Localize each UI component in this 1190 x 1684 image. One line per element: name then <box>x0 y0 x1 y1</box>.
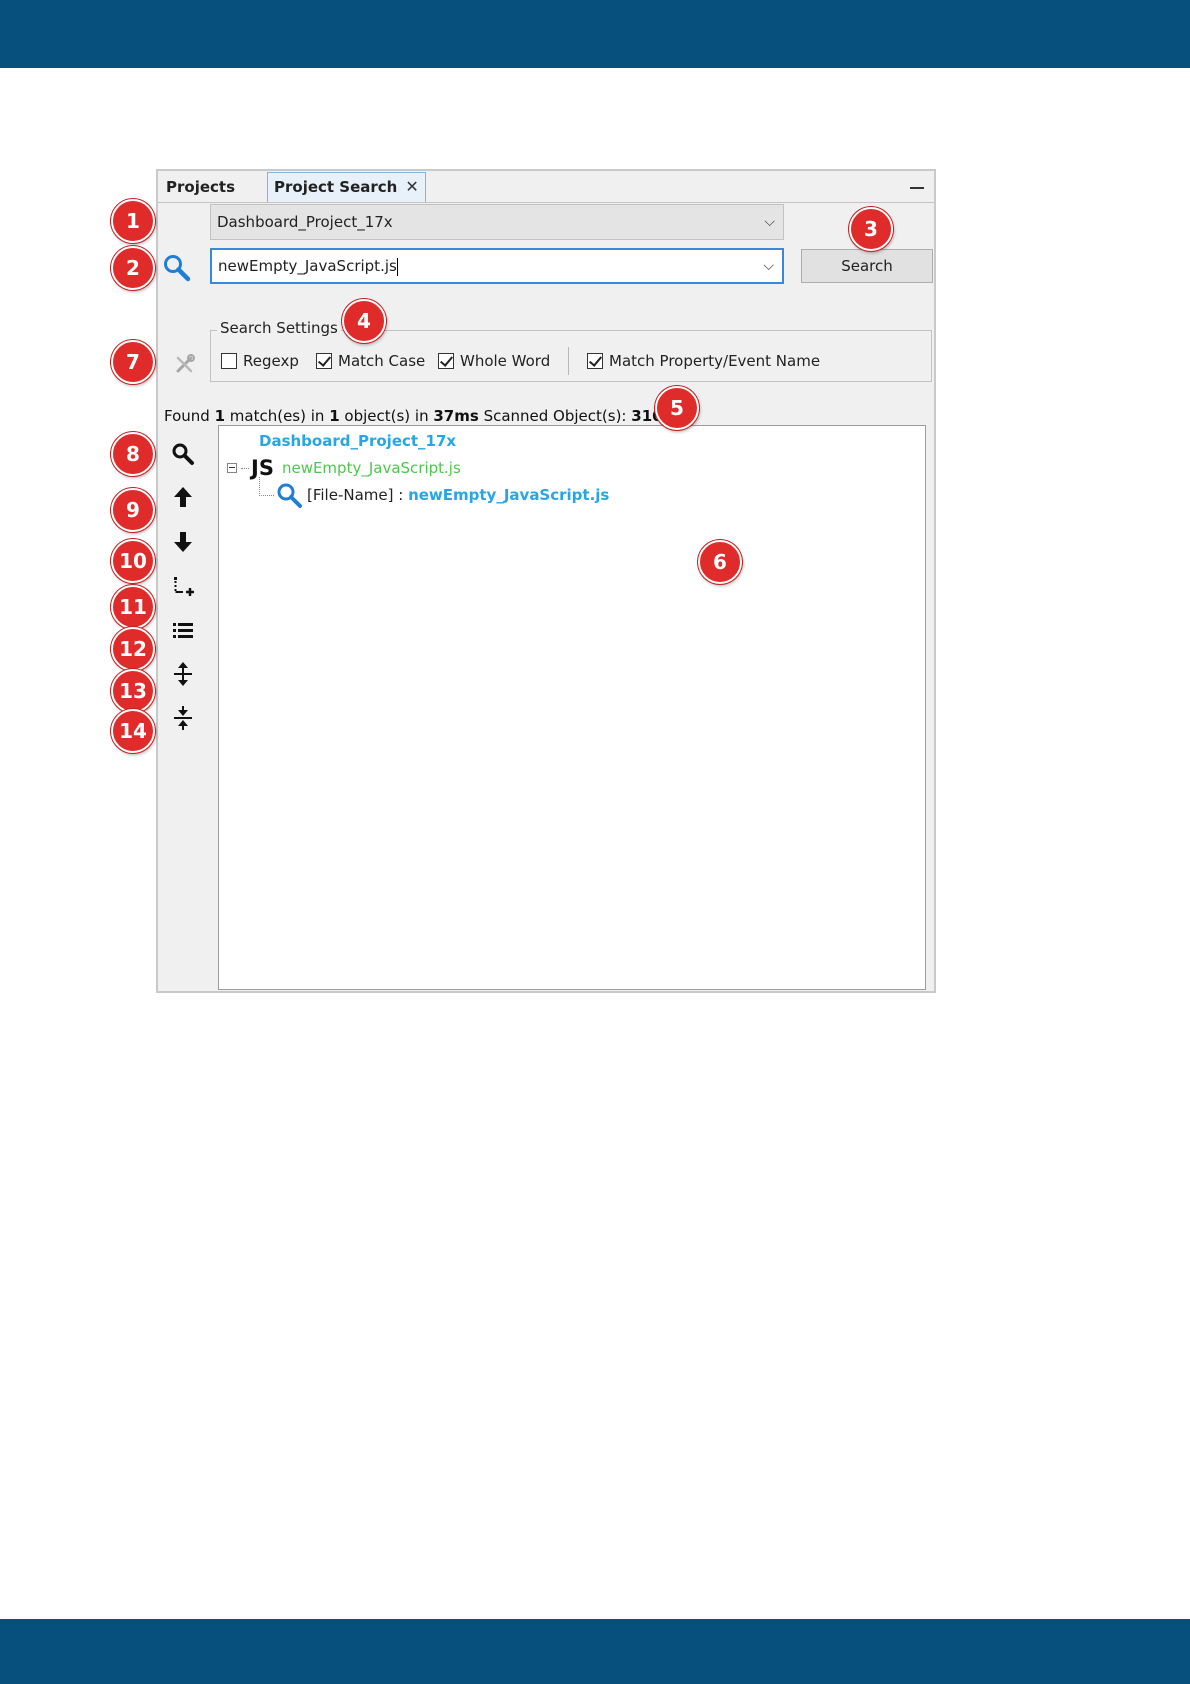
text-caret <box>396 257 398 276</box>
callout-2: 2 <box>111 246 155 290</box>
tree-connector <box>259 477 274 496</box>
callout-6: 6 <box>698 540 742 584</box>
search-icon <box>277 483 302 508</box>
header-band <box>0 0 1190 68</box>
status-text: match(es) in <box>225 407 330 425</box>
status-text: Scanned Object(s): <box>478 407 632 425</box>
checkbox-box[interactable] <box>438 353 454 369</box>
tab-project-search[interactable]: Project Search ✕ <box>267 172 426 202</box>
callout-13: 13 <box>111 669 155 713</box>
whole-word-label: Whole Word <box>460 352 551 370</box>
chevron-down-icon[interactable]: ⌵ <box>763 250 774 282</box>
tree-connector <box>241 467 249 469</box>
tree-node-match[interactable]: [File-Name] : newEmpty_JavaScript.js <box>259 477 610 509</box>
search-settings-legend: Search Settings <box>217 319 341 337</box>
search-status: Found 1 match(es) in 1 object(s) in 37ms… <box>164 407 663 425</box>
search-input[interactable]: newEmpty_JavaScript.js ⌵ <box>210 248 784 284</box>
list-icon[interactable] <box>170 617 196 643</box>
checkbox-box[interactable] <box>587 353 603 369</box>
search-input-value: newEmpty_JavaScript.js <box>218 257 397 275</box>
project-select[interactable]: Dashboard_Project_17x ⌵ <box>210 204 784 240</box>
match-case-label: Match Case <box>338 352 426 370</box>
callout-11: 11 <box>111 585 155 629</box>
callout-10: 10 <box>111 539 155 583</box>
checkbox-box[interactable] <box>316 353 332 369</box>
chevron-down-icon[interactable]: ⌵ <box>764 205 775 239</box>
close-icon[interactable]: ✕ <box>405 177 418 196</box>
search-button[interactable]: Search <box>801 249 933 283</box>
tab-projects[interactable]: Projects <box>166 173 235 201</box>
callout-12: 12 <box>111 627 155 671</box>
project-search-panel: Projects Project Search ✕ Dashboard_Proje… <box>156 169 936 993</box>
wrench-icon[interactable] <box>172 351 198 377</box>
callout-1: 1 <box>111 199 155 243</box>
add-child-icon[interactable] <box>170 574 196 600</box>
search-results-tree[interactable]: Dashboard_Project_17x JS newEmpty_JavaScr… <box>218 425 926 990</box>
footer-band <box>0 1619 1190 1684</box>
tree-file-name: newEmpty_JavaScript.js <box>281 459 461 477</box>
callout-4: 4 <box>342 299 386 343</box>
callout-8: 8 <box>111 432 155 476</box>
search-time: 37ms <box>433 407 479 425</box>
tab-bar: Projects Project Search ✕ <box>158 171 934 203</box>
callout-7: 7 <box>111 340 155 384</box>
collapse-toggle-icon[interactable] <box>227 463 237 473</box>
search-icon[interactable] <box>170 441 196 467</box>
minimize-icon[interactable] <box>910 187 924 189</box>
divider <box>568 347 569 375</box>
callout-5: 5 <box>655 386 699 430</box>
arrow-up-icon[interactable] <box>170 484 196 510</box>
whole-word-checkbox[interactable]: Whole Word <box>438 352 550 370</box>
match-count: 1 <box>214 407 226 425</box>
search-settings-group: Search Settings Regexp Match Case Whole … <box>210 319 932 382</box>
match-value: newEmpty_JavaScript.js <box>408 486 610 504</box>
arrow-down-icon[interactable] <box>170 529 196 555</box>
callout-14: 14 <box>111 709 155 753</box>
match-case-checkbox[interactable]: Match Case <box>316 352 425 370</box>
callout-3: 3 <box>849 207 893 251</box>
expand-all-icon[interactable] <box>170 661 196 687</box>
project-select-value: Dashboard_Project_17x <box>217 213 393 231</box>
tree-node-project[interactable]: Dashboard_Project_17x <box>259 432 456 450</box>
status-text: object(s) in <box>339 407 434 425</box>
object-count: 1 <box>329 407 340 425</box>
collapse-all-icon[interactable] <box>170 705 196 731</box>
match-property-checkbox[interactable]: Match Property/Event Name <box>587 352 820 370</box>
regexp-label: Regexp <box>243 352 299 370</box>
regexp-checkbox[interactable]: Regexp <box>221 352 299 370</box>
status-text: Found <box>164 407 215 425</box>
match-field-label: [File-Name] : <box>307 486 409 504</box>
checkbox-box[interactable] <box>221 353 237 369</box>
tab-project-search-label: Project Search <box>274 178 398 196</box>
match-property-label: Match Property/Event Name <box>609 352 821 370</box>
callout-9: 9 <box>111 488 155 532</box>
search-icon <box>164 255 191 282</box>
